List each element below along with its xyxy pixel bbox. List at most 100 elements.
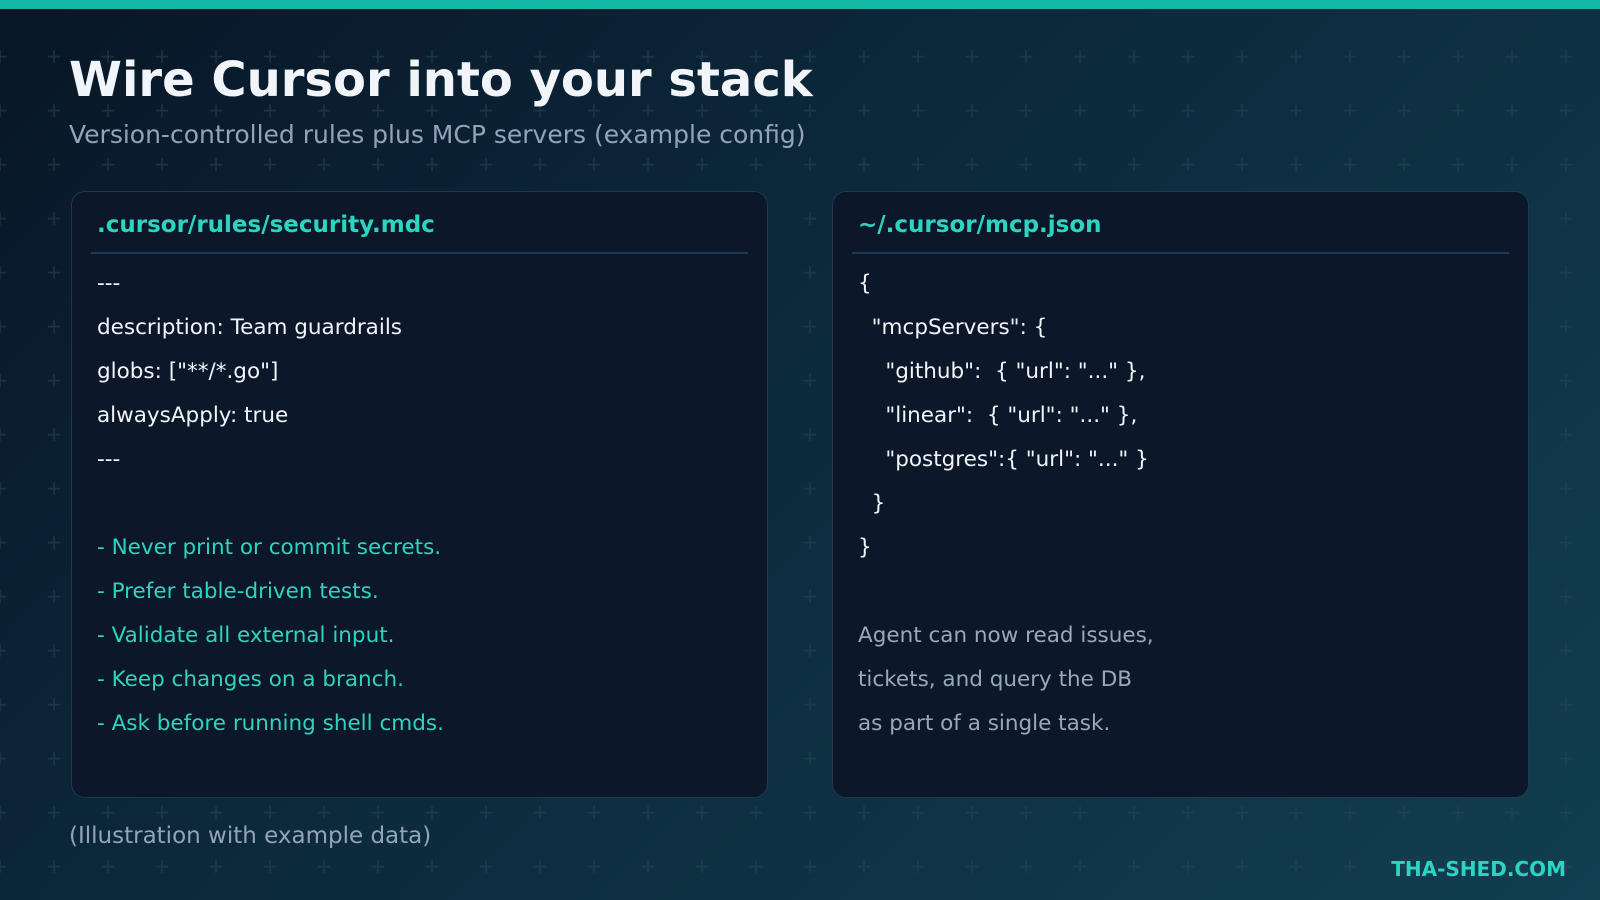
grid-plus-mark: + [1396, 800, 1413, 824]
grid-plus-mark: + [0, 476, 8, 500]
grid-plus-mark: + [1558, 314, 1575, 338]
code-line: - Validate all external input. [97, 623, 395, 648]
grid-plus-mark: + [46, 692, 63, 716]
grid-plus-mark: + [0, 692, 8, 716]
grid-plus-mark: + [46, 530, 63, 554]
grid-plus-mark: + [1180, 98, 1197, 122]
grid-plus-mark: + [1504, 44, 1521, 68]
grid-plus-mark: + [154, 854, 171, 878]
blank-line [97, 482, 444, 526]
code-line: tickets, and query the DB [858, 667, 1133, 692]
grid-plus-mark: + [532, 800, 549, 824]
grid-plus-mark: + [1288, 152, 1305, 176]
grid-plus-mark: + [910, 854, 927, 878]
grid-plus-mark: + [1018, 152, 1035, 176]
grid-plus-mark: + [0, 368, 8, 392]
grid-plus-mark: + [694, 152, 711, 176]
brand-watermark: THA-SHED.COM [1391, 857, 1566, 881]
grid-plus-mark: + [1288, 854, 1305, 878]
grid-plus-mark: + [1396, 44, 1413, 68]
grid-plus-mark: + [316, 854, 333, 878]
grid-plus-mark: + [1126, 854, 1143, 878]
grid-plus-mark: + [0, 206, 8, 230]
grid-plus-mark: + [1342, 800, 1359, 824]
grid-plus-mark: + [856, 44, 873, 68]
grid-plus-mark: + [856, 152, 873, 176]
grid-plus-mark: + [1342, 152, 1359, 176]
grid-plus-mark: + [1558, 692, 1575, 716]
grid-plus-mark: + [802, 422, 819, 446]
grid-plus-mark: + [46, 44, 63, 68]
grid-plus-mark: + [0, 800, 8, 824]
code-line: - Keep changes on a branch. [97, 667, 404, 692]
code-line: "linear": { "url": "..." }, [858, 403, 1138, 428]
grid-plus-mark: + [424, 152, 441, 176]
grid-plus-mark: + [910, 98, 927, 122]
grid-plus-mark: + [1504, 98, 1521, 122]
grid-plus-mark: + [1072, 854, 1089, 878]
grid-plus-mark: + [154, 152, 171, 176]
grid-plus-mark: + [0, 746, 8, 770]
grid-plus-mark: + [0, 260, 8, 284]
grid-plus-mark: + [1504, 800, 1521, 824]
grid-plus-mark: + [46, 152, 63, 176]
code-line: } [858, 535, 872, 560]
grid-plus-mark: + [964, 44, 981, 68]
grid-plus-mark: + [802, 260, 819, 284]
grid-plus-mark: + [1558, 476, 1575, 500]
grid-plus-mark: + [1504, 152, 1521, 176]
grid-plus-mark: + [856, 854, 873, 878]
grid-plus-mark: + [424, 800, 441, 824]
grid-plus-mark: + [748, 854, 765, 878]
grid-plus-mark: + [802, 746, 819, 770]
code-line: globs: ["**/*.go"] [97, 359, 279, 384]
grid-plus-mark: + [1234, 152, 1251, 176]
grid-plus-mark: + [802, 530, 819, 554]
grid-plus-mark: + [1558, 206, 1575, 230]
grid-plus-mark: + [1342, 44, 1359, 68]
grid-plus-mark: + [1180, 44, 1197, 68]
grid-plus-mark: + [1558, 746, 1575, 770]
panel-divider [852, 252, 1509, 254]
grid-plus-mark: + [1072, 98, 1089, 122]
grid-plus-mark: + [46, 584, 63, 608]
grid-plus-mark: + [910, 800, 927, 824]
grid-plus-mark: + [262, 854, 279, 878]
grid-plus-mark: + [0, 584, 8, 608]
grid-plus-mark: + [1288, 44, 1305, 68]
grid-plus-mark: + [46, 314, 63, 338]
page-title: Wire Cursor into your stack [69, 52, 813, 108]
grid-plus-mark: + [370, 800, 387, 824]
grid-plus-mark: + [46, 98, 63, 122]
grid-plus-mark: + [856, 800, 873, 824]
grid-plus-mark: + [1558, 368, 1575, 392]
grid-plus-mark: + [100, 800, 117, 824]
grid-plus-mark: + [370, 152, 387, 176]
grid-plus-mark: + [964, 800, 981, 824]
grid-plus-mark: + [586, 152, 603, 176]
grid-plus-mark: + [316, 800, 333, 824]
grid-plus-mark: + [1450, 152, 1467, 176]
grid-plus-mark: + [46, 206, 63, 230]
grid-plus-mark: + [910, 44, 927, 68]
grid-plus-mark: + [478, 854, 495, 878]
grid-plus-mark: + [1558, 530, 1575, 554]
grid-plus-mark: + [1072, 800, 1089, 824]
code-line: "github": { "url": "..." }, [858, 359, 1146, 384]
grid-plus-mark: + [802, 476, 819, 500]
grid-plus-mark: + [46, 800, 63, 824]
grid-plus-mark: + [640, 854, 657, 878]
grid-plus-mark: + [46, 746, 63, 770]
grid-plus-mark: + [532, 854, 549, 878]
grid-plus-mark: + [964, 98, 981, 122]
code-line: --- [97, 447, 121, 472]
grid-plus-mark: + [802, 854, 819, 878]
grid-plus-mark: + [0, 638, 8, 662]
rules-code-block: --- description: Team guardrails globs: ["… [97, 262, 444, 746]
grid-plus-mark: + [532, 152, 549, 176]
grid-plus-mark: + [1126, 98, 1143, 122]
grid-plus-mark: + [1180, 800, 1197, 824]
code-line: "postgres":{ "url": "..." } [858, 447, 1149, 472]
grid-plus-mark: + [1396, 152, 1413, 176]
code-line: - Never print or commit secrets. [97, 535, 442, 560]
